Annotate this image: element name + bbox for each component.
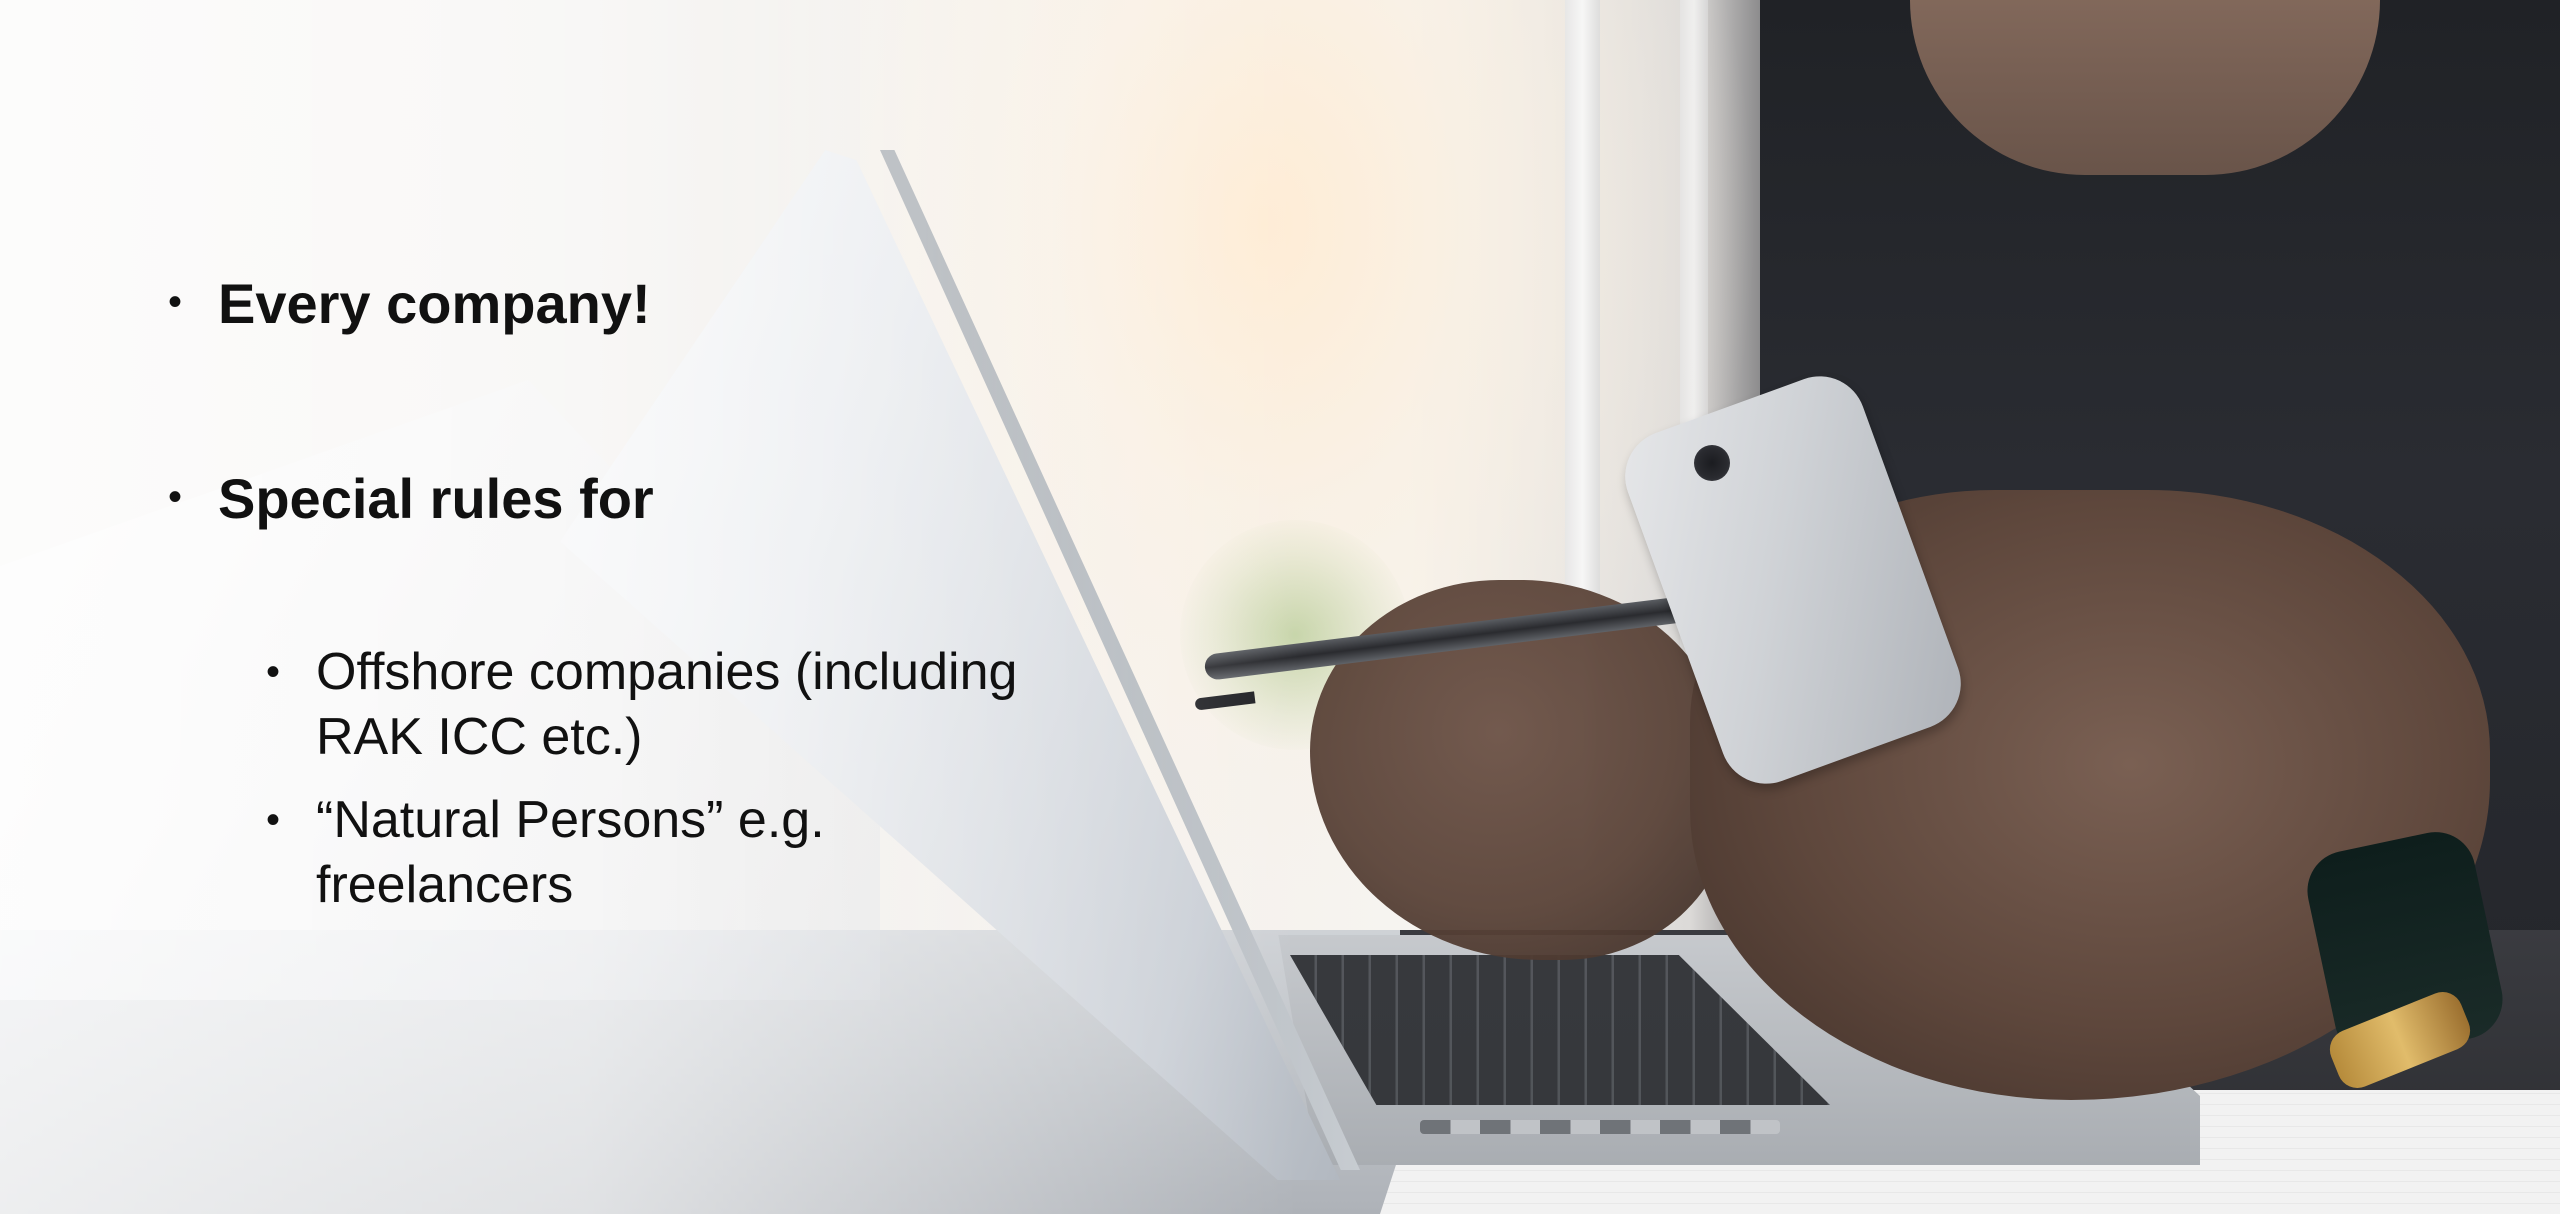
bullet-dot-icon: •: [168, 475, 183, 520]
laptop-ports: [1420, 1120, 1780, 1134]
bullet-item-level2: • Offshore companies (including RAK ICC …: [266, 640, 1368, 770]
bullet-text: Offshore companies (including RAK ICC et…: [316, 643, 1018, 767]
bullet-list: • Every company! • Special rules for • O…: [168, 270, 1368, 918]
bullet-text: Special rules for: [218, 467, 654, 531]
bullet-item-level2: • “Natural Persons” e.g. freelancers: [266, 788, 1368, 918]
bullet-text: Every company!: [218, 272, 651, 335]
bullet-dot-icon: •: [266, 798, 281, 843]
bullet-dot-icon: •: [266, 650, 281, 695]
bullet-text: “Natural Persons” e.g. freelancers: [316, 791, 825, 915]
bullet-dot-icon: •: [168, 280, 183, 324]
bullet-item-level1: • Every company!: [168, 270, 1368, 337]
slide-canvas: • Every company! • Special rules for • O…: [0, 0, 2560, 1214]
bullet-item-level1: • Special rules for: [168, 465, 1368, 532]
phone-camera-icon: [1694, 445, 1730, 481]
